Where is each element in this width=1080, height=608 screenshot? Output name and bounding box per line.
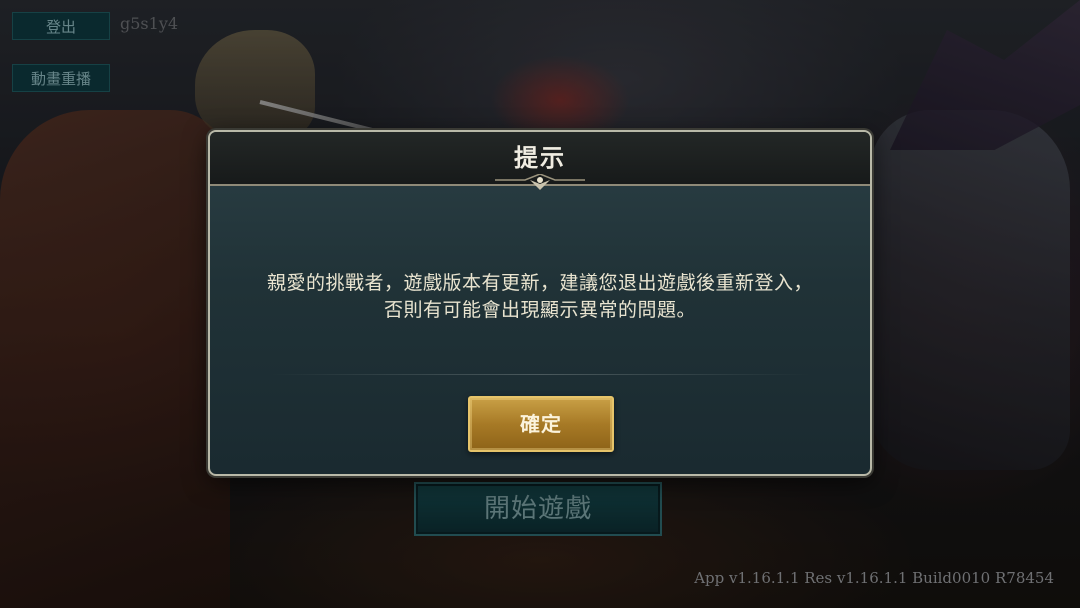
dialog-message: 親愛的挑戰者，遊戲版本有更新，建議您退出遊戲後重新登入， 否則有可能會出現顯示異… bbox=[220, 270, 860, 324]
header-ornament-icon bbox=[495, 174, 585, 190]
dialog-message-line: 親愛的挑戰者，遊戲版本有更新，建議您退出遊戲後重新登入， bbox=[266, 272, 813, 294]
dialog-message-line: 否則有可能會出現顯示異常的問題。 bbox=[383, 299, 696, 321]
dialog-divider bbox=[270, 374, 810, 375]
confirm-button[interactable]: 確定 bbox=[468, 396, 614, 452]
notice-dialog: 提示 親愛的挑戰者，遊戲版本有更新，建議您退出遊戲後重新登入， 否則有可能會出現… bbox=[208, 130, 872, 476]
